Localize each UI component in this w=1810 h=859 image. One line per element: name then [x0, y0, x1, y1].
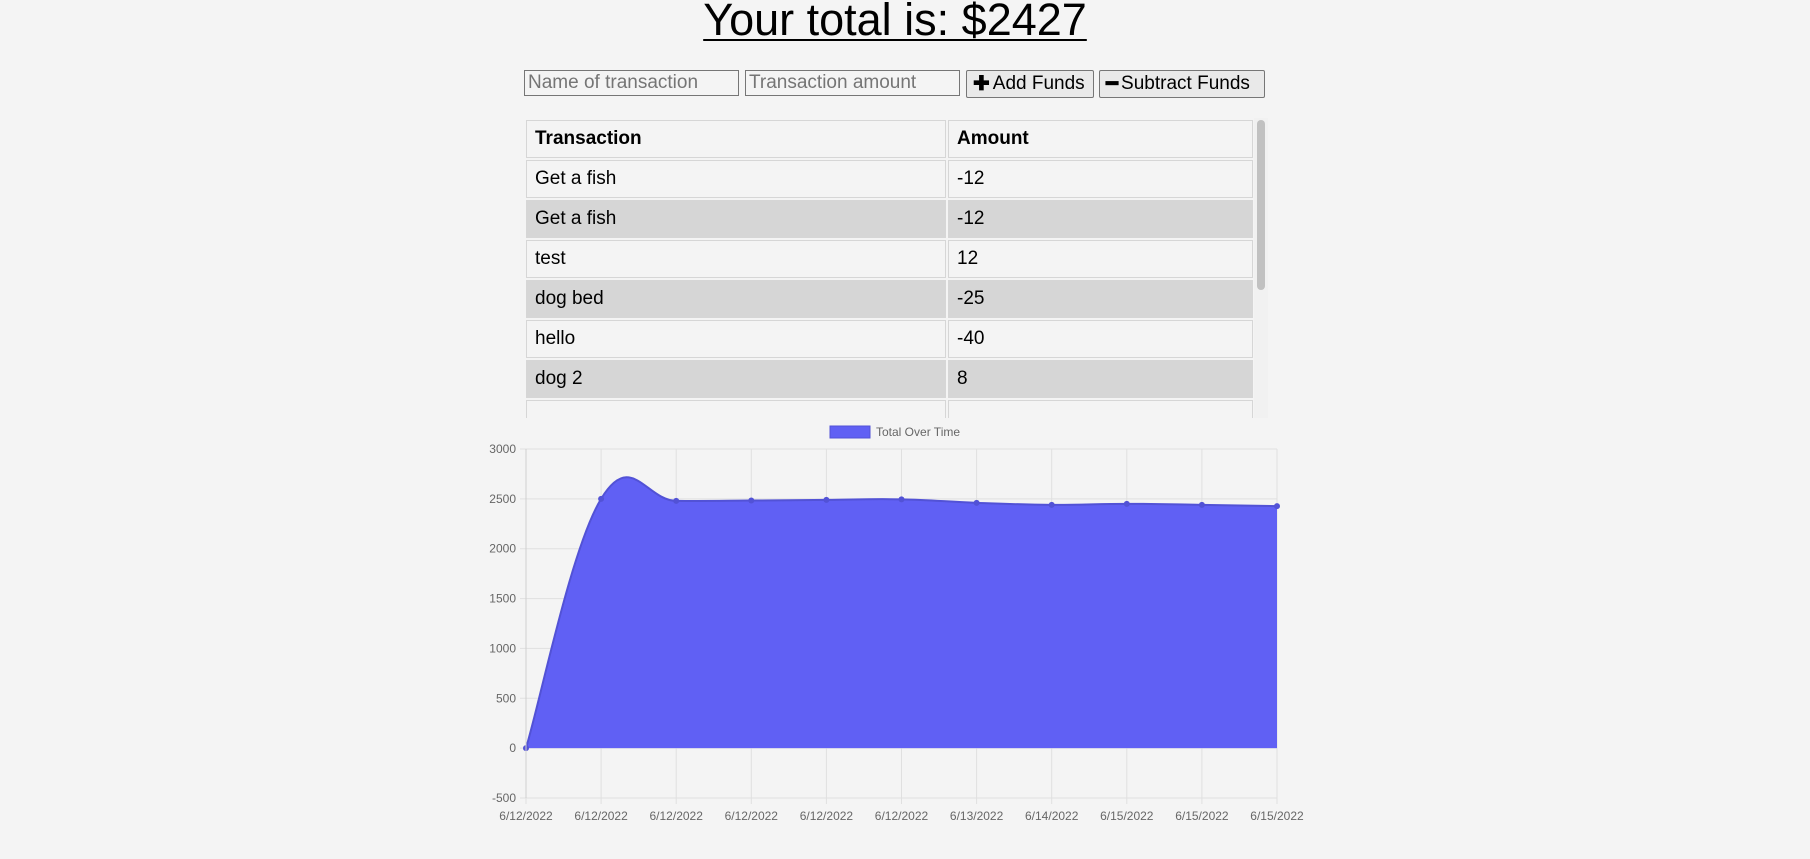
transaction-name-cell: Get a fish	[526, 160, 946, 198]
transaction-amount-cell: 12	[948, 240, 1253, 278]
add-funds-button[interactable]: ✚ Add Funds	[966, 70, 1094, 98]
data-point[interactable]	[823, 496, 830, 503]
subtract-funds-label: Subtract Funds	[1121, 73, 1250, 94]
y-tick-label: 500	[496, 691, 516, 705]
transaction-amount-cell: -40	[948, 320, 1253, 358]
transaction-amount-cell: 8	[948, 360, 1253, 398]
column-header-amount: Amount	[948, 120, 1253, 158]
x-tick-label: 6/12/2022	[650, 809, 704, 823]
transaction-amount-input[interactable]	[745, 70, 960, 96]
transaction-name-cell: dog 2	[526, 360, 946, 398]
data-point[interactable]	[673, 497, 680, 504]
minus-icon: ━	[1106, 73, 1119, 95]
y-tick-label: 0	[509, 741, 516, 755]
transactions-table-container[interactable]: Transaction Amount Get a fish -12 Get a …	[524, 118, 1268, 418]
subtract-funds-button[interactable]: ━ Subtract Funds	[1099, 70, 1265, 98]
x-tick-label: 6/13/2022	[950, 809, 1004, 823]
data-point[interactable]	[898, 496, 905, 503]
x-tick-label: 6/12/2022	[499, 809, 553, 823]
total-heading: Your total is: $2427	[703, 0, 1087, 45]
table-row: hello -40	[526, 320, 1253, 358]
x-tick-label: 6/15/2022	[1100, 809, 1154, 823]
x-tick-label: 6/14/2022	[1025, 809, 1079, 823]
transaction-amount-cell: -25	[948, 280, 1253, 318]
table-scrollbar-thumb[interactable]	[1257, 120, 1265, 290]
x-tick-label: 6/12/2022	[574, 809, 628, 823]
chart-legend[interactable]: Total Over Time	[829, 425, 960, 439]
transaction-name-cell	[526, 400, 946, 418]
table-row: Get a fish -12	[526, 160, 1253, 198]
data-point[interactable]	[1274, 503, 1280, 510]
y-tick-label: 3000	[489, 442, 516, 456]
series-area	[526, 477, 1277, 749]
y-tick-label: 2000	[489, 542, 516, 556]
plus-icon: ✚	[973, 73, 990, 95]
transaction-name-cell: Get a fish	[526, 200, 946, 238]
data-point[interactable]	[1123, 500, 1130, 507]
transaction-name-cell: hello	[526, 320, 946, 358]
transaction-amount-cell: -12	[948, 160, 1253, 198]
table-row: test 12	[526, 240, 1253, 278]
x-tick-label: 6/12/2022	[725, 809, 779, 823]
table-scrollbar[interactable]	[1254, 118, 1268, 418]
transaction-name-input[interactable]	[524, 70, 739, 96]
budget-page: Your total is: $2427 ✚ Add Funds ━ Subtr…	[0, 0, 1810, 859]
x-tick-label: 6/15/2022	[1175, 809, 1229, 823]
y-tick-label: 2500	[489, 492, 516, 506]
table-row: dog 2 8	[526, 360, 1253, 398]
transactions-table: Transaction Amount Get a fish -12 Get a …	[524, 118, 1255, 418]
table-row	[526, 400, 1253, 418]
chart-area-layer	[523, 476, 1280, 752]
legend-label: Total Over Time	[876, 425, 960, 439]
data-point[interactable]	[598, 495, 605, 502]
data-point[interactable]	[973, 499, 980, 506]
data-point[interactable]	[1198, 501, 1205, 508]
legend-swatch	[829, 425, 871, 439]
x-tick-label: 6/12/2022	[800, 809, 854, 823]
x-tick-label: 6/15/2022	[1250, 809, 1304, 823]
y-tick-label: 1500	[489, 592, 516, 606]
transaction-name-cell: dog bed	[526, 280, 946, 318]
y-tick-label: 1000	[489, 641, 516, 655]
transaction-name-cell: test	[526, 240, 946, 278]
data-point[interactable]	[1048, 501, 1055, 508]
data-point[interactable]	[748, 497, 755, 504]
table-row: dog bed -25	[526, 280, 1253, 318]
table-row: Get a fish -12	[526, 200, 1253, 238]
add-funds-label: Add Funds	[992, 73, 1085, 94]
transaction-amount-cell: -12	[948, 200, 1253, 238]
transaction-amount-cell	[948, 400, 1253, 418]
x-tick-label: 6/12/2022	[875, 809, 929, 823]
total-over-time-chart: 3000 2500 2000 1500 1000 500 0 -500 6/12/2022 6/1…	[489, 425, 1304, 823]
column-header-transaction: Transaction	[526, 120, 946, 158]
y-tick-label: -500	[492, 791, 516, 805]
